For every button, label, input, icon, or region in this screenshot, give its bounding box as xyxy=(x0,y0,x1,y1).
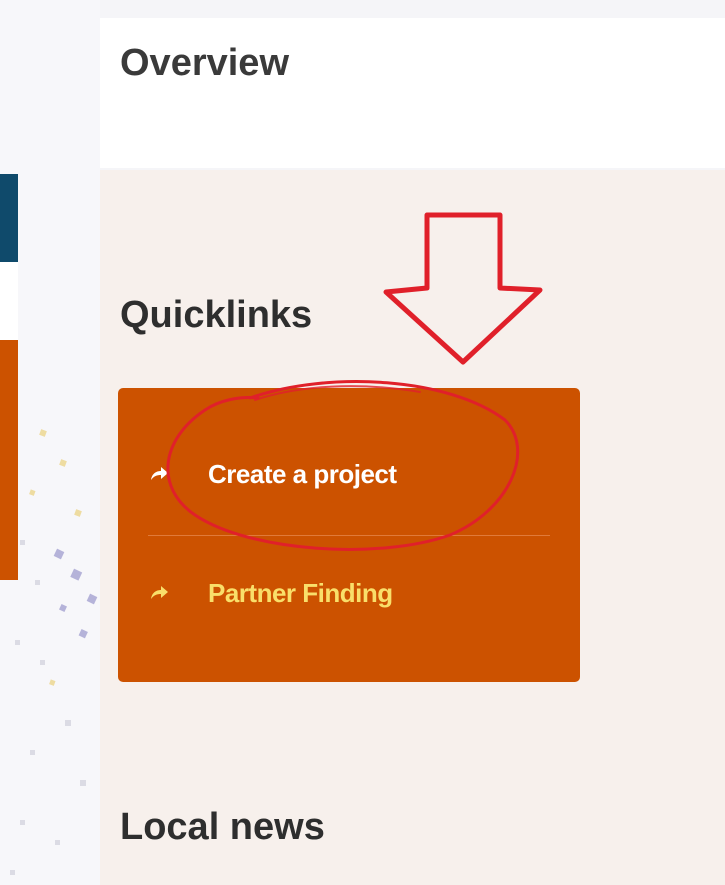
decorative-dot-pattern xyxy=(10,429,98,875)
overview-title: Overview xyxy=(120,42,289,84)
share-arrow-icon xyxy=(148,463,170,485)
left-blue-bar xyxy=(0,174,18,262)
content-panel: Quicklinks Create a project Partner Find… xyxy=(100,170,725,885)
page: Overview Quicklinks Create a project Par… xyxy=(0,0,725,885)
create-project-label: Create a project xyxy=(208,458,397,489)
left-white-bar xyxy=(0,262,18,340)
quicklinks-divider xyxy=(148,535,550,536)
quicklinks-title: Quicklinks xyxy=(120,294,313,336)
local-news-title: Local news xyxy=(120,806,325,848)
partner-finding-label: Partner Finding xyxy=(208,577,393,608)
overview-panel: Overview xyxy=(100,18,725,168)
partner-finding-link[interactable]: Partner Finding xyxy=(118,558,580,628)
left-decorative-strip xyxy=(0,0,100,885)
share-arrow-icon xyxy=(148,582,170,604)
create-project-link[interactable]: Create a project xyxy=(118,439,580,509)
quicklinks-box: Create a project Partner Finding xyxy=(118,388,580,682)
